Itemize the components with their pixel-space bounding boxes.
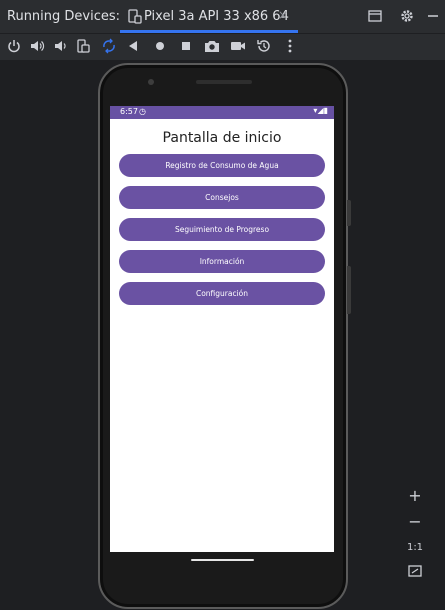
settings-button[interactable]: Configuración <box>119 282 325 305</box>
home-icon[interactable] <box>152 38 168 54</box>
window-restore-icon[interactable] <box>367 8 383 24</box>
front-camera-icon <box>148 79 154 85</box>
emulator-toolbar <box>0 34 445 61</box>
progress-tracking-button[interactable]: Seguimiento de Progreso <box>119 218 325 241</box>
minimize-icon[interactable] <box>425 8 441 24</box>
page-title: Pantalla de inicio <box>162 130 282 146</box>
back-icon[interactable] <box>125 38 141 54</box>
android-status-bar: 6:57 ◷ ▾◢▮ <box>110 106 334 119</box>
screen-record-icon[interactable] <box>230 38 246 54</box>
snapshot-icon[interactable] <box>256 38 272 54</box>
rotate-right-icon[interactable] <box>101 38 117 54</box>
device-icon <box>128 9 142 24</box>
gear-icon[interactable] <box>399 8 415 24</box>
tab-label: Pixel 3a API 33 x86 64 <box>144 9 289 24</box>
status-icons: ▾◢▮ <box>313 106 328 115</box>
volume-down-icon[interactable] <box>52 38 68 54</box>
zoom-actual-size-button[interactable]: 1:1 <box>404 537 426 559</box>
tool-window-header: Running Devices: Pixel 3a API 33 x86 64 … <box>0 0 445 34</box>
zoom-out-button[interactable]: − <box>404 511 426 533</box>
status-time: 6:57 <box>120 107 138 116</box>
fit-to-screen-icon[interactable] <box>407 563 423 579</box>
tips-button[interactable]: Consejos <box>119 186 325 209</box>
tab-pixel-3a[interactable]: Pixel 3a API 33 x86 64 × <box>120 0 298 33</box>
overview-icon[interactable] <box>178 38 194 54</box>
sync-icon: ◷ <box>139 107 146 116</box>
running-devices-title: Running Devices: <box>7 9 121 24</box>
more-icon[interactable] <box>282 38 298 54</box>
emulator-screen[interactable]: 6:57 ◷ ▾◢▮ Pantalla de inicio Registro d… <box>110 106 334 552</box>
information-button[interactable]: Información <box>119 250 325 273</box>
tab-selected-indicator <box>120 30 298 33</box>
volume-up-icon[interactable] <box>29 38 45 54</box>
close-icon[interactable]: × <box>278 8 288 22</box>
rotate-left-icon[interactable] <box>75 38 91 54</box>
water-log-button[interactable]: Registro de Consumo de Agua <box>119 154 325 177</box>
android-nav-bar <box>110 552 334 585</box>
zoom-in-button[interactable]: + <box>404 485 426 507</box>
power-icon[interactable] <box>6 38 22 54</box>
gesture-nav-handle[interactable] <box>191 559 254 561</box>
screenshot-icon[interactable] <box>204 38 220 54</box>
earpiece-speaker <box>196 80 252 84</box>
phone-volume-keys[interactable] <box>347 266 351 314</box>
phone-power-key[interactable] <box>347 200 351 226</box>
